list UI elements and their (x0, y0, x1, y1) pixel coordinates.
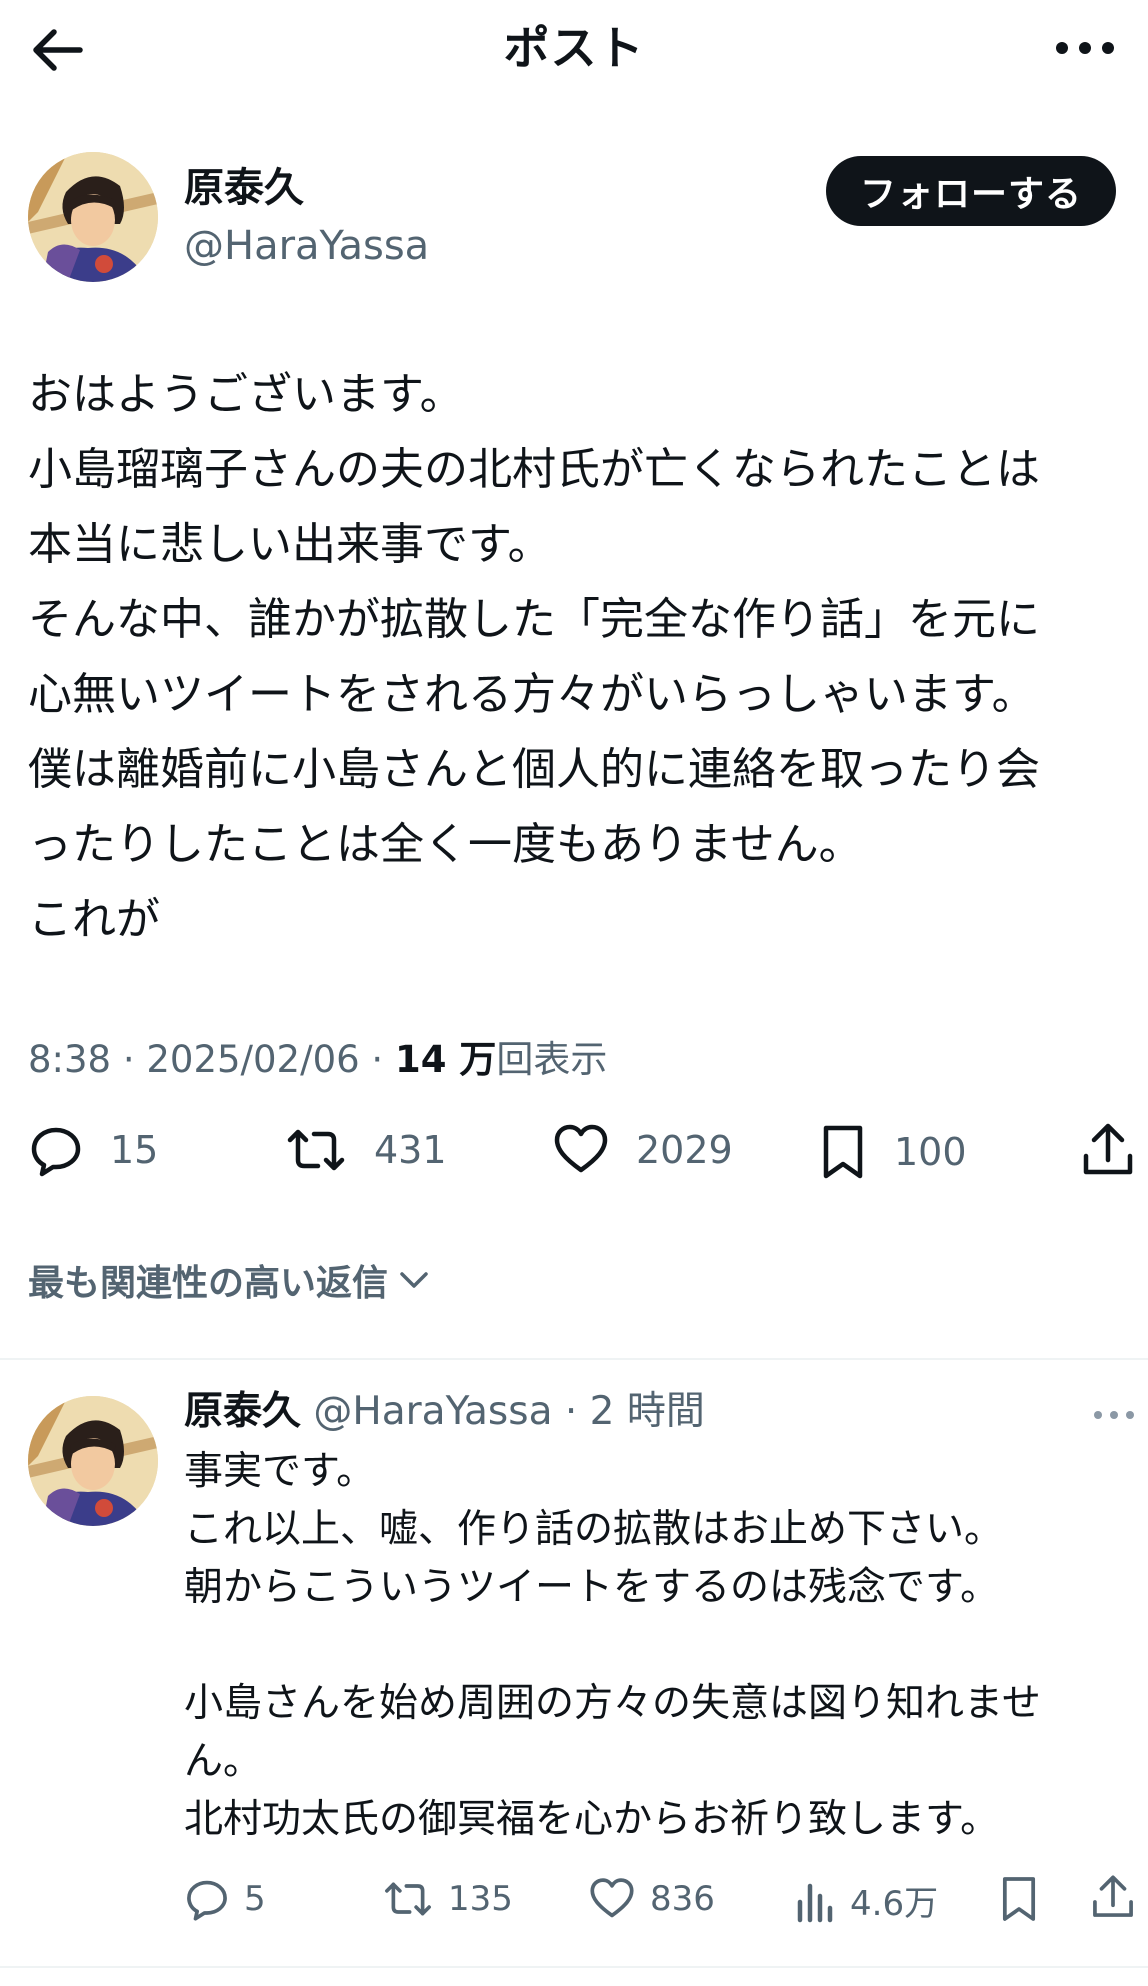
reply-share-action[interactable] (1090, 1872, 1136, 1922)
bookmark-icon (823, 1125, 863, 1179)
follow-button[interactable]: フォローする (826, 156, 1116, 226)
like-action[interactable]: 2029 (552, 1122, 733, 1178)
reply-view-count: 4.6万 (850, 1884, 939, 1924)
reply-body: 事実です。 これ以上、嘘、作り話の拡散はお止め下さい。 朝からこういうツイートを… (184, 1449, 1041, 1842)
reply-repost-count: 135 (448, 1879, 513, 1919)
share-action[interactable] (1080, 1120, 1136, 1180)
author-name[interactable]: 原泰久 (184, 160, 304, 216)
reply-time: · 2 時間 (564, 1389, 705, 1434)
reply-bookmark-action[interactable] (998, 1874, 1040, 1924)
bookmark-icon (1002, 1877, 1036, 1921)
more-horizontal-icon (1056, 42, 1114, 54)
repost-action[interactable]: 431 (284, 1122, 447, 1178)
repost-icon (287, 1129, 345, 1171)
share-icon (1083, 1123, 1133, 1175)
reply-header: 原泰久 @HaraYassa · 2 時間 (184, 1384, 705, 1440)
meta-separator: · (111, 1038, 147, 1081)
more-horizontal-icon (1094, 1411, 1134, 1419)
share-icon (1093, 1875, 1133, 1917)
avatar[interactable] (28, 152, 158, 282)
bookmark-action[interactable]: 100 (818, 1122, 967, 1182)
repost-icon (385, 1882, 431, 1916)
replies-sort-dropdown[interactable]: 最も関連性の高い返信 (28, 1254, 434, 1306)
post-date: 2025/02/06 (146, 1038, 360, 1081)
reply-reply-action[interactable]: 5 (184, 1876, 266, 1922)
view-count-label: 回表示 (496, 1038, 608, 1081)
meta-separator: · (359, 1038, 395, 1081)
divider (0, 1966, 1148, 1968)
more-button[interactable] (1050, 28, 1120, 68)
reply-reply-count: 5 (244, 1879, 266, 1919)
reply-author-name[interactable]: 原泰久 (184, 1389, 301, 1434)
replies-sort-label: 最も関連性の高い返信 (28, 1263, 389, 1304)
reply-author-handle[interactable]: @HaraYassa (313, 1389, 552, 1434)
bar-chart-icon (797, 1883, 833, 1922)
reply-like-action[interactable]: 836 (588, 1876, 715, 1922)
reply-repost-action[interactable]: 135 (382, 1876, 513, 1922)
reply-like-count: 836 (650, 1879, 715, 1919)
reply-action[interactable]: 15 (28, 1122, 158, 1178)
reply-icon (31, 1127, 81, 1177)
author-handle[interactable]: @HaraYassa (184, 218, 429, 274)
post-meta: 8:38 · 2025/02/06 · 14 万回表示 (28, 1032, 607, 1088)
avatar-image (28, 152, 158, 282)
heart-icon (554, 1124, 608, 1173)
divider (0, 1358, 1148, 1360)
reply-count: 15 (110, 1128, 159, 1172)
bookmark-count: 100 (894, 1130, 967, 1174)
post-body: おはようございます。 小島瑠璃子さんの夫の北村氏が亡くなられたことは 本当に悲し… (28, 369, 1040, 945)
post-time: 8:38 (28, 1038, 112, 1081)
reply-views-action[interactable]: 4.6万 (794, 1876, 938, 1925)
reply-avatar[interactable] (28, 1396, 158, 1526)
like-count: 2029 (636, 1128, 733, 1172)
page-title: ポスト (503, 21, 645, 75)
chevron-down-icon (400, 1272, 428, 1288)
avatar-image (28, 1396, 158, 1526)
reply-icon (187, 1880, 227, 1921)
repost-count: 431 (374, 1128, 447, 1172)
reply-more-button[interactable] (1090, 1400, 1140, 1430)
view-count: 14 万 (394, 1038, 497, 1081)
heart-icon (590, 1878, 634, 1918)
